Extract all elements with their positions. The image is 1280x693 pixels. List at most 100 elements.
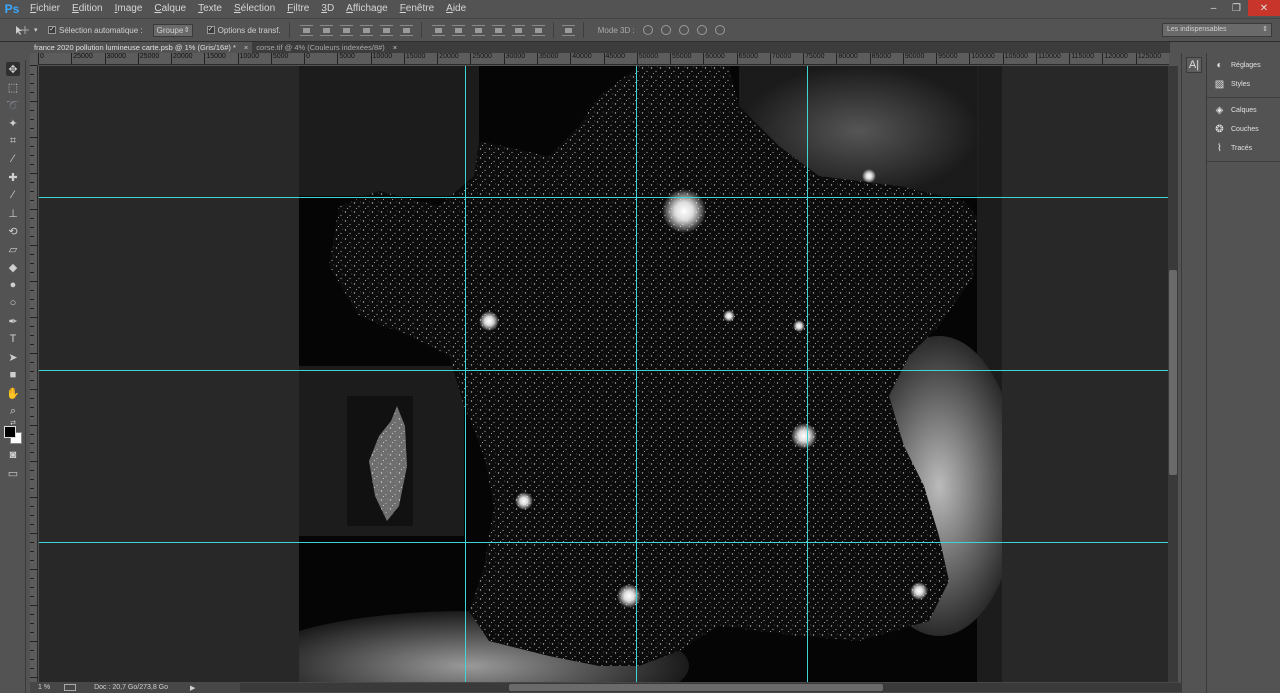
tab-close-icon[interactable]: × <box>393 42 397 53</box>
vertical-scrollbar[interactable] <box>1168 66 1178 682</box>
restore-button[interactable]: ❐ <box>1225 0 1248 16</box>
menu-fenetre[interactable]: Fenêtre <box>394 0 440 18</box>
guide-horizontal[interactable] <box>39 542 1168 543</box>
align-top-icon[interactable] <box>299 24 313 36</box>
tab-france-2020[interactable]: france 2020 pollution lumineuse carte.ps… <box>30 42 253 53</box>
auto-select-target-dropdown[interactable]: Groupe <box>152 23 193 37</box>
menu-texte[interactable]: Texte <box>192 0 228 18</box>
auto-select-label: Sélection automatique : <box>59 25 143 35</box>
ruler-tick <box>30 389 37 390</box>
ruler-tick <box>30 236 34 237</box>
guide-vertical[interactable] <box>807 66 808 682</box>
distribute-hcenter-icon[interactable] <box>511 24 525 36</box>
guide-horizontal[interactable] <box>39 197 1168 198</box>
panel-styles[interactable]: ▨ Styles <box>1207 75 1280 94</box>
status-preview-icon[interactable] <box>64 684 77 691</box>
panel-label: Styles <box>1231 81 1251 88</box>
canvas-area[interactable] <box>39 66 1168 682</box>
align-right-icon[interactable] <box>399 24 413 36</box>
healing-brush-tool-icon[interactable]: ✚ <box>6 170 20 184</box>
align-vcenter-icon[interactable] <box>319 24 333 36</box>
menu-edition[interactable]: Edition <box>66 0 109 18</box>
align-hcenter-icon[interactable] <box>379 24 393 36</box>
dodge-tool-icon[interactable]: ○ <box>6 296 20 310</box>
ruler-origin[interactable] <box>30 53 38 65</box>
menu-image[interactable]: Image <box>109 0 149 18</box>
panel-reglages[interactable]: ◐ Réglages <box>1207 56 1280 75</box>
ruler-tick <box>30 461 37 462</box>
3d-drag-icon[interactable] <box>678 25 689 35</box>
menu-aide[interactable]: Aide <box>440 0 472 18</box>
ruler-label: 50000 <box>638 53 659 60</box>
minimize-button[interactable]: – <box>1202 0 1225 16</box>
menu-affichage[interactable]: Affichage <box>340 0 394 18</box>
align-bottom-icon[interactable] <box>339 24 353 36</box>
distribute-bottom-icon[interactable] <box>471 24 485 36</box>
screen-mode-icon[interactable]: ▭ <box>6 466 20 480</box>
ruler-tick <box>30 65 37 66</box>
ruler-tick <box>30 425 37 426</box>
magic-wand-tool-icon[interactable]: ✦ <box>6 116 20 130</box>
menu-selection[interactable]: Sélection <box>228 0 281 18</box>
tools-panel: ✥ ⬚ ➰ ✦ ⌗ ⁄ ✚ ⁄ ⊥ ⟲ ▱ ◆ ● ○ ✒ T ➤ ■ ✋ ⌕ … <box>0 60 26 693</box>
paint-bucket-tool-icon[interactable]: ◆ <box>6 260 20 274</box>
distribute-right-icon[interactable] <box>531 24 545 36</box>
auto-align-icon[interactable] <box>561 24 575 36</box>
rectangle-tool-icon[interactable]: ■ <box>6 368 20 382</box>
vertical-scroll-thumb[interactable] <box>1169 270 1177 475</box>
menu-calque[interactable]: Calque <box>148 0 192 18</box>
3d-roll-icon[interactable] <box>660 25 671 35</box>
pen-tool-icon[interactable]: ✒ <box>6 314 20 328</box>
horizontal-ruler[interactable]: 0 25000 30000 25000 20000 15000 10000 5000 0 5000… <box>38 53 1169 65</box>
close-button[interactable]: ✕ <box>1248 0 1280 16</box>
type-tool-icon[interactable]: T <box>6 332 20 346</box>
eraser-tool-icon[interactable]: ▱ <box>6 242 20 256</box>
distribute-left-icon[interactable] <box>491 24 505 36</box>
character-panel-icon[interactable]: A| <box>1186 57 1202 73</box>
horizontal-scroll-thumb[interactable] <box>509 684 883 691</box>
guide-vertical[interactable] <box>465 66 466 682</box>
3d-slide-icon[interactable] <box>696 25 707 35</box>
menu-filtre[interactable]: Filtre <box>281 0 315 18</box>
3d-scale-icon[interactable] <box>714 25 725 35</box>
foreground-color-swatch[interactable] <box>4 426 16 438</box>
vertical-ruler[interactable] <box>30 65 38 682</box>
blur-tool-icon[interactable]: ● <box>6 278 20 292</box>
path-selection-tool-icon[interactable]: ➤ <box>6 350 20 364</box>
ruler-tick <box>30 587 34 588</box>
guide-horizontal[interactable] <box>39 370 1168 371</box>
crop-tool-icon[interactable]: ⌗ <box>6 134 20 148</box>
distribute-top-icon[interactable] <box>431 24 445 36</box>
guide-vertical[interactable] <box>636 66 637 682</box>
distribute-vcenter-icon[interactable] <box>451 24 465 36</box>
move-tool-icon <box>16 26 29 35</box>
workspace-dropdown[interactable]: Les indispensables <box>1162 23 1272 37</box>
brush-tool-icon[interactable]: ⁄ <box>6 188 20 202</box>
clone-stamp-tool-icon[interactable]: ⊥ <box>6 206 20 220</box>
auto-select-checkbox[interactable]: ✓ Sélection automatique : <box>48 26 143 35</box>
ruler-tick <box>30 416 34 417</box>
panel-couches[interactable]: ❂ Couches <box>1207 120 1280 139</box>
lasso-tool-icon[interactable]: ➰ <box>6 98 20 112</box>
align-left-icon[interactable] <box>359 24 373 36</box>
tab-corse[interactable]: corse.tif @ 4% (Couleurs indexées/8#) × <box>252 42 401 53</box>
document-canvas[interactable] <box>299 66 1002 682</box>
eyedropper-tool-icon[interactable]: ⁄ <box>6 152 20 166</box>
move-tool-icon[interactable]: ✥ <box>6 62 20 76</box>
menu-3d[interactable]: 3D <box>315 0 340 18</box>
transform-options-checkbox[interactable]: ✓ Options de transf. <box>206 26 281 35</box>
panel-traces[interactable]: ⌇ Tracés <box>1207 139 1280 158</box>
menu-fichier[interactable]: Fichier <box>24 0 66 18</box>
tab-close-icon[interactable]: × <box>244 42 248 53</box>
status-menu-arrow-icon[interactable]: ▶ <box>190 684 195 692</box>
panel-calques[interactable]: ◈ Calques <box>1207 101 1280 120</box>
quick-mask-icon[interactable]: ◙ <box>6 448 20 462</box>
marquee-tool-icon[interactable]: ⬚ <box>6 80 20 94</box>
tool-preset-picker[interactable]: ▾ <box>14 24 40 36</box>
hand-tool-icon[interactable]: ✋ <box>6 386 20 400</box>
ruler-tick <box>30 362 34 363</box>
zoom-level[interactable]: 1 % <box>38 684 50 691</box>
horizontal-scrollbar[interactable] <box>240 683 1190 692</box>
history-brush-tool-icon[interactable]: ⟲ <box>6 224 20 238</box>
3d-rotate-icon[interactable] <box>642 25 653 35</box>
